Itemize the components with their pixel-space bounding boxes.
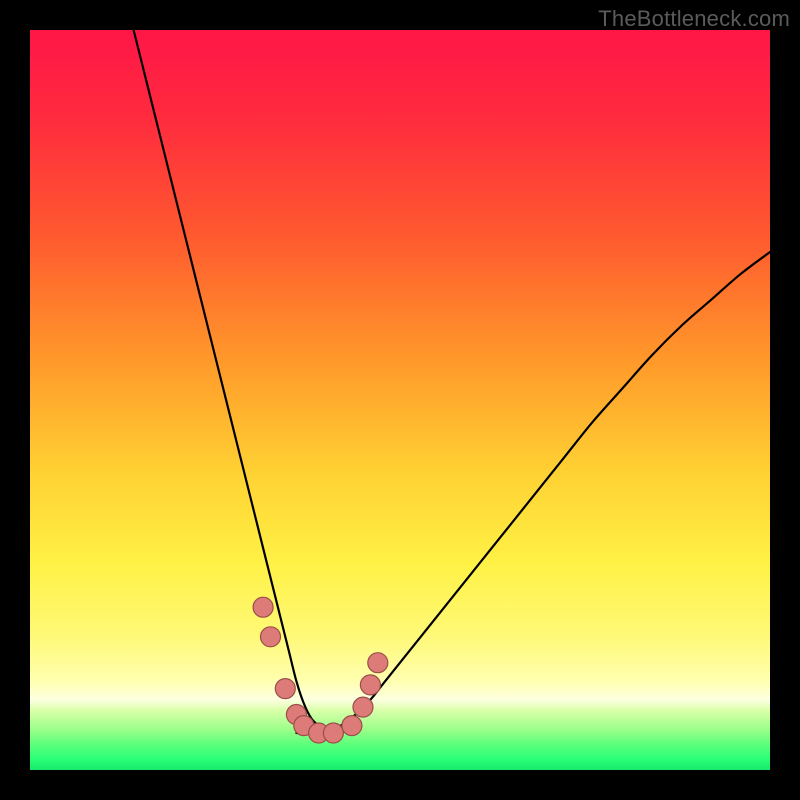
minimum-marker [353, 697, 373, 717]
minimum-marker [368, 653, 388, 673]
minimum-marker [275, 679, 295, 699]
watermark-text: TheBottleneck.com [598, 6, 790, 32]
minimum-marker [360, 675, 380, 695]
curves-layer [30, 30, 770, 770]
plot-area [30, 30, 770, 770]
minimum-marker [253, 597, 273, 617]
minimum-marker [342, 716, 362, 736]
curve-left [134, 30, 341, 733]
chart-frame: TheBottleneck.com [0, 0, 800, 800]
minimum-markers [253, 597, 388, 743]
minimum-marker [323, 723, 343, 743]
minimum-marker [261, 627, 281, 647]
